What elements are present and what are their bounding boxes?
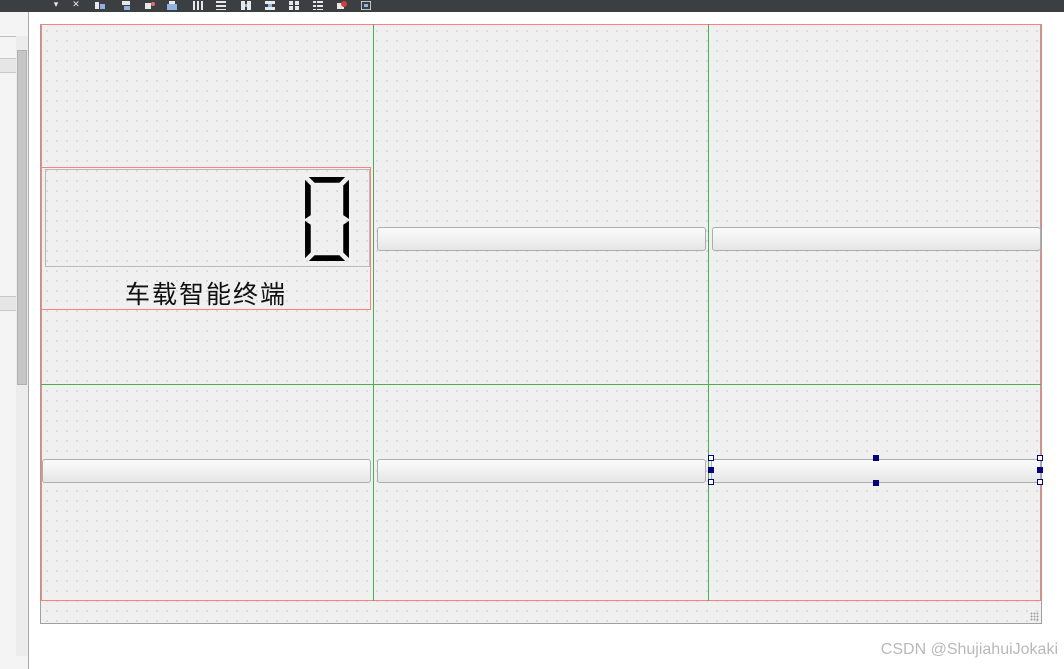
edit-buddies-icon[interactable] [166, 0, 178, 10]
grid-column-divider [708, 24, 709, 601]
lay-out-form-icon[interactable] [312, 0, 324, 10]
panel-header-row[interactable] [0, 296, 16, 311]
panel-scrollbar[interactable] [16, 36, 28, 656]
panel-header-row[interactable] [0, 58, 16, 73]
adjust-size-icon[interactable] [360, 0, 372, 10]
watermark: CSDN @ShujiahuiJokaki [880, 641, 1058, 658]
lay-out-vertically-icon[interactable] [215, 0, 227, 10]
lay-out-horizontal-splitter-icon[interactable] [240, 0, 252, 10]
designer-toolbar: ▾ ✕ [0, 0, 1064, 12]
selection-handle[interactable] [1037, 455, 1043, 461]
selection-handle[interactable] [708, 479, 714, 485]
panel-divider [0, 36, 16, 37]
scrollbar-thumb[interactable] [17, 50, 27, 385]
lay-out-vertical-splitter-icon[interactable] [264, 0, 276, 10]
lay-out-grid-icon[interactable] [288, 0, 300, 10]
layout-vertical-icon[interactable] [120, 0, 132, 10]
edit-signals-icon[interactable] [144, 0, 156, 10]
title-label: 车载智能终端 [124, 280, 287, 309]
selection-handle[interactable] [873, 455, 879, 461]
grid-column-divider [373, 24, 374, 601]
close-icon[interactable]: ✕ [70, 0, 82, 10]
push-button-1[interactable] [377, 227, 706, 251]
grid-row-divider [41, 384, 1041, 385]
layout-horizontal-icon[interactable] [94, 0, 106, 10]
resize-grip[interactable] [1030, 612, 1039, 621]
push-button-3[interactable] [42, 459, 371, 483]
selection-handle[interactable] [708, 455, 714, 461]
form-canvas[interactable] [40, 24, 1042, 624]
push-button-4[interactable] [377, 459, 706, 483]
selection-handle[interactable] [708, 467, 714, 473]
selection-handle[interactable] [873, 480, 879, 486]
lcd-digit [305, 176, 349, 262]
selection-handle[interactable] [1037, 479, 1043, 485]
push-button-2[interactable] [712, 227, 1041, 251]
lay-out-horizontally-icon[interactable] [192, 0, 204, 10]
left-dock-panel [0, 12, 29, 669]
dropdown-icon[interactable]: ▾ [50, 0, 62, 10]
break-layout-icon[interactable] [336, 0, 348, 10]
selection-handle[interactable] [1037, 467, 1043, 473]
lcd-number-display[interactable] [45, 169, 370, 267]
